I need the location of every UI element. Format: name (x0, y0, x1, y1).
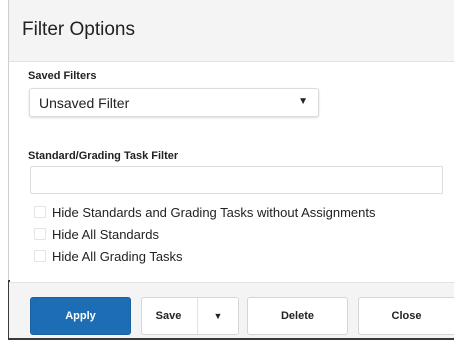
saved-filters-selected-value: Unsaved Filter (39, 95, 130, 111)
option-row-hide-without-assignments[interactable]: Hide Standards and Grading Tasks without… (34, 205, 414, 221)
dialog-header: Filter Options (9, 0, 454, 62)
hide-all-standards-checkbox[interactable] (34, 228, 46, 240)
hide-without-assignments-label: Hide Standards and Grading Tasks without… (52, 205, 376, 220)
apply-button[interactable]: Apply (30, 297, 131, 335)
filter-options-dialog: Filter Options Saved Filters Unsaved Fil… (8, 0, 454, 340)
hide-all-grading-tasks-label: Hide All Grading Tasks (52, 249, 183, 264)
option-row-hide-all-grading-tasks[interactable]: Hide All Grading Tasks (34, 249, 234, 265)
hide-all-grading-tasks-checkbox[interactable] (34, 250, 46, 262)
caret-down-icon: ▼ (298, 96, 308, 107)
saved-filters-label: Saved Filters (28, 70, 97, 82)
hide-all-standards-label: Hide All Standards (52, 227, 159, 242)
dialog-title: Filter Options (22, 19, 135, 40)
delete-button[interactable]: Delete (247, 297, 348, 335)
option-row-hide-all-standards[interactable]: Hide All Standards (34, 227, 234, 243)
save-button[interactable]: Save (142, 298, 195, 334)
standard-filter-input[interactable] (30, 166, 443, 194)
save-split-button: Save ▼ (141, 297, 239, 335)
saved-filters-select[interactable]: Unsaved Filter ▼ (29, 88, 319, 117)
dialog-footer: Apply Save ▼ Delete Close (9, 282, 454, 338)
hide-without-assignments-checkbox[interactable] (34, 206, 46, 218)
save-options-caret-icon[interactable]: ▼ (198, 298, 238, 334)
close-button[interactable]: Close (358, 297, 454, 335)
standard-filter-label: Standard/Grading Task Filter (28, 150, 179, 162)
